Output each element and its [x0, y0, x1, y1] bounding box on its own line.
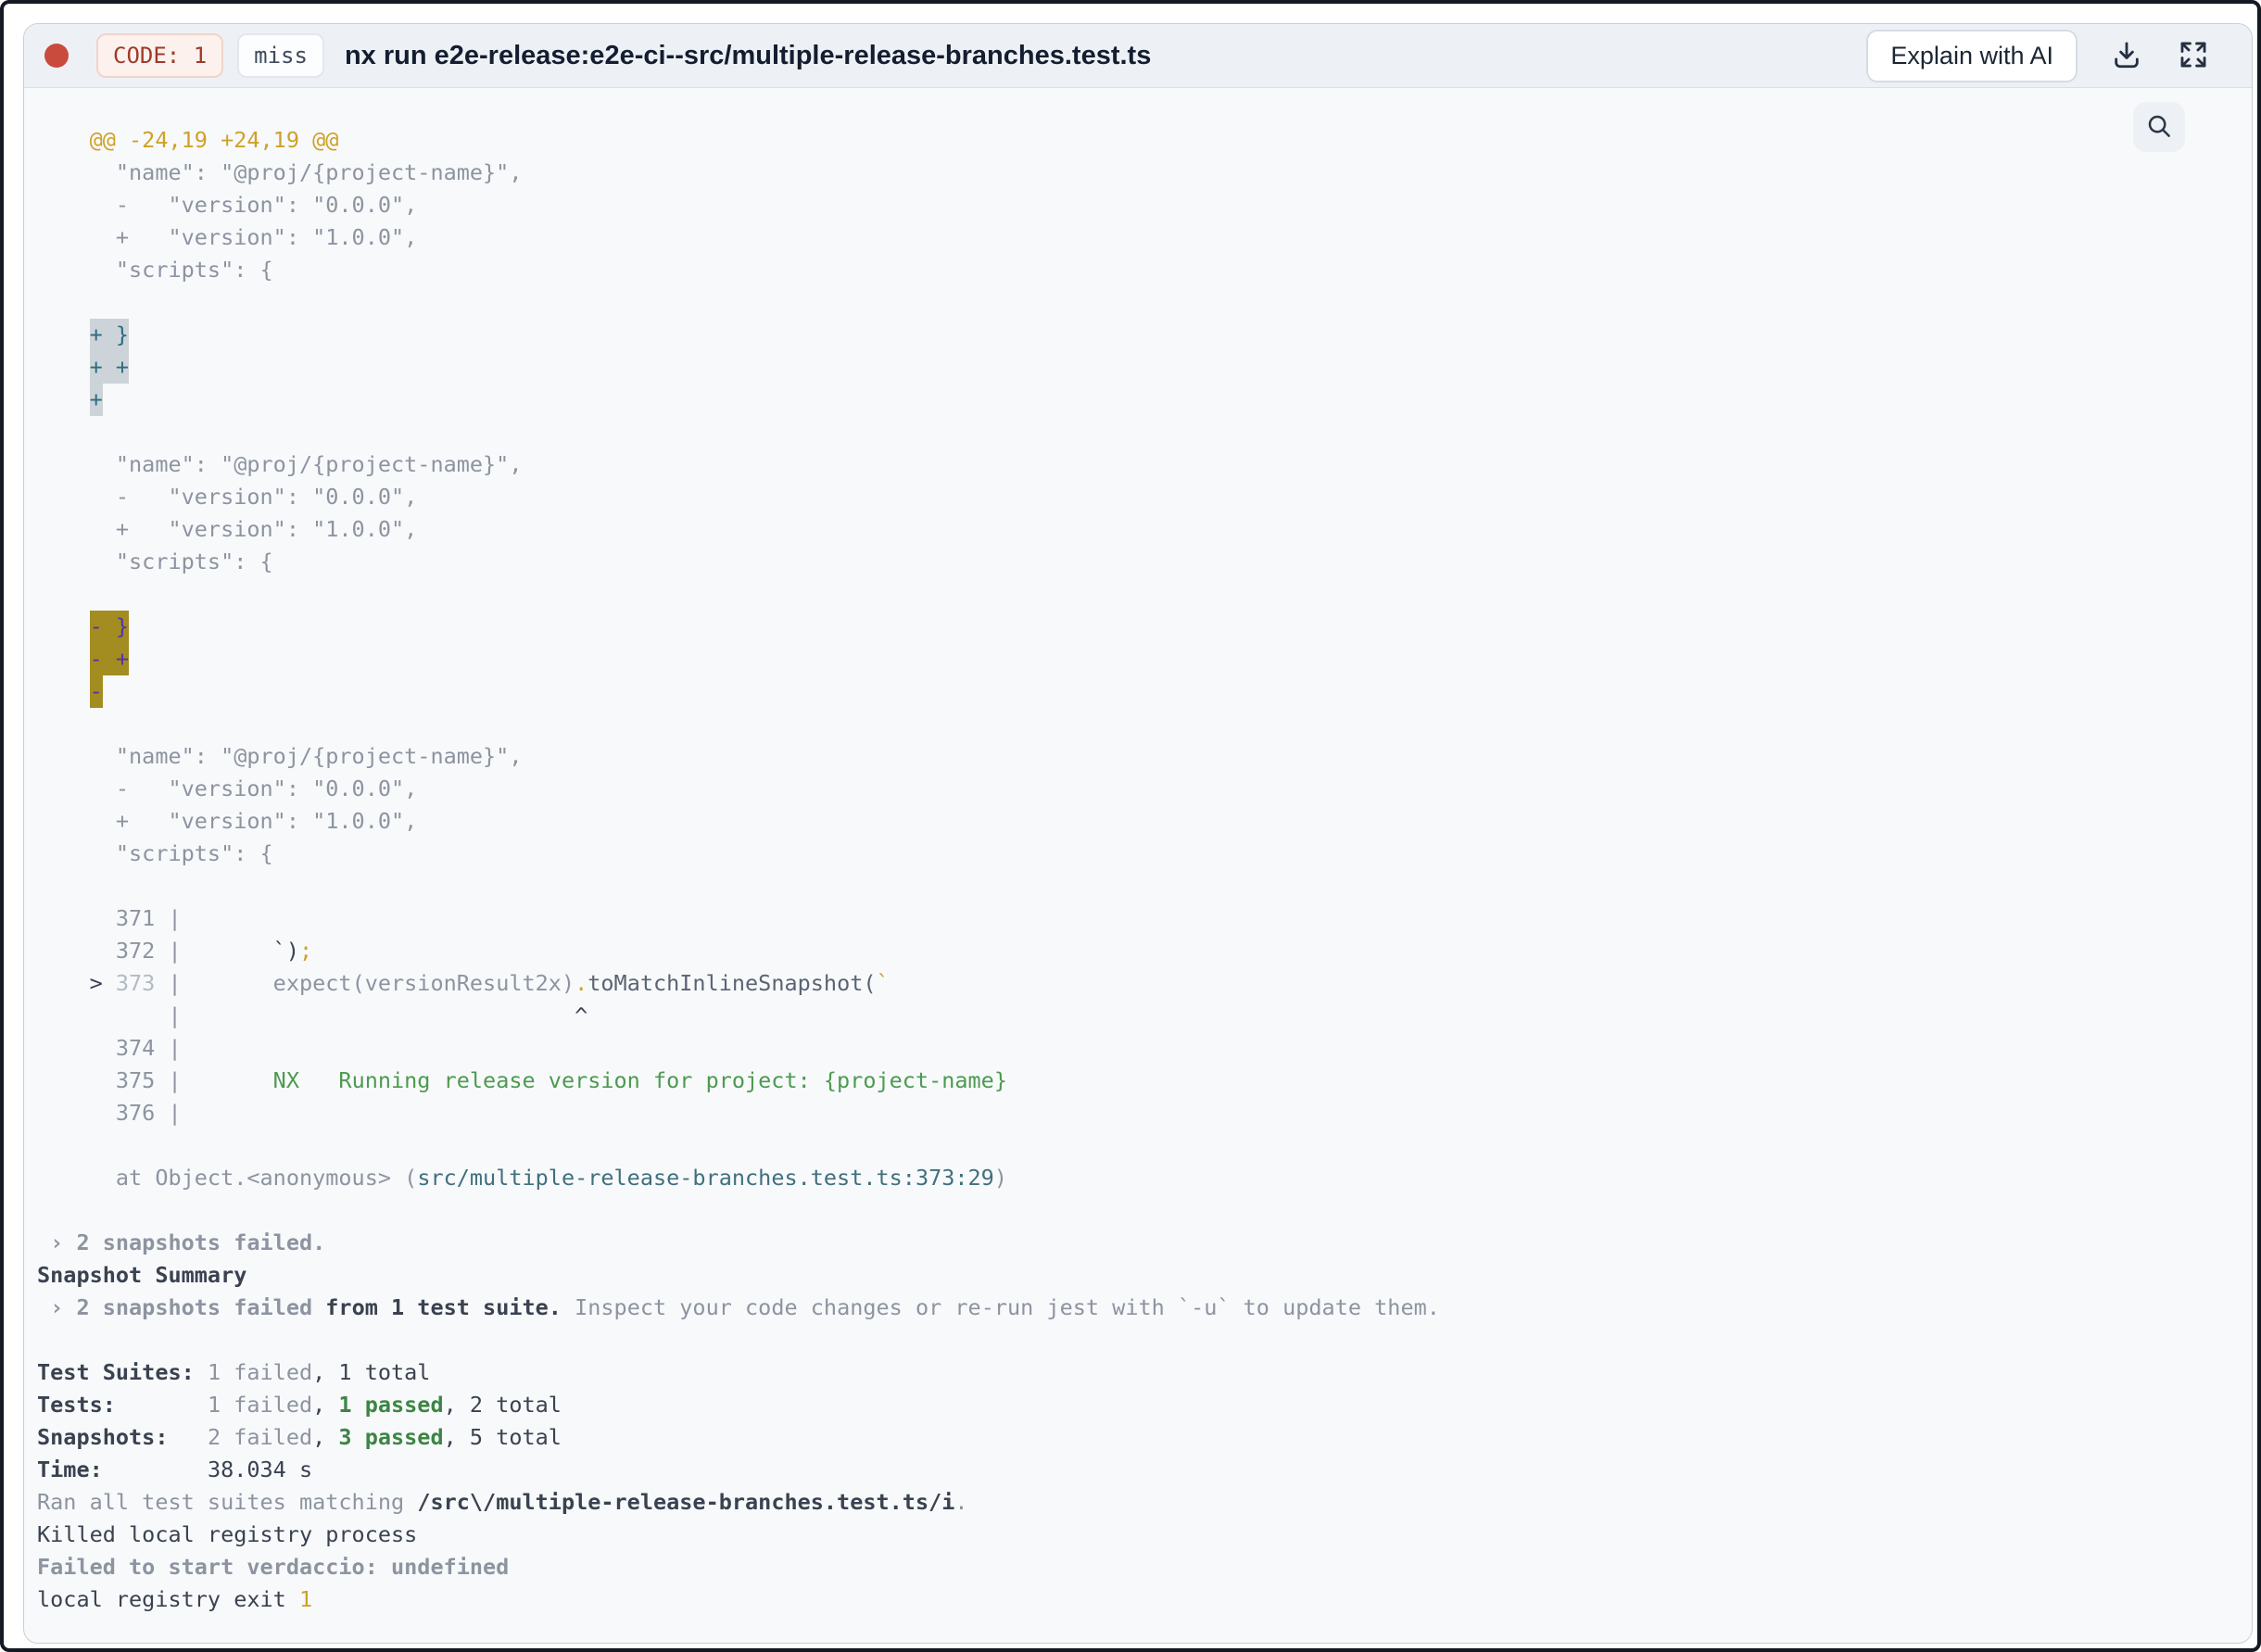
terminal-line: Snapshots: 2 failed, 3 passed, 5 total — [37, 1424, 562, 1450]
terminal-line: Failed to start verdaccio: undefined — [37, 1554, 510, 1580]
terminal-line: "name": "@proj/{project-name}", — [37, 159, 523, 185]
terminal-line: | ^ — [37, 1003, 588, 1028]
header: CODE: 1 miss nx run e2e-release:e2e-ci--… — [24, 24, 2252, 88]
terminal-line: + "version": "1.0.0", — [37, 808, 418, 834]
terminal-line: + "version": "1.0.0", — [37, 224, 418, 250]
terminal-line: + } — [37, 319, 2122, 351]
terminal-panel: @@ -24,19 +24,19 @@ "name": "@proj/{proj… — [24, 88, 2252, 1643]
terminal-line: "name": "@proj/{project-name}", — [37, 451, 523, 477]
terminal-line: - "version": "0.0.0", — [37, 192, 418, 218]
search-icon — [2145, 112, 2173, 143]
task-output-window: CODE: 1 miss nx run e2e-release:e2e-ci--… — [23, 23, 2253, 1644]
terminal-line: - — [37, 675, 2122, 708]
terminal-line: 372 | `); — [37, 938, 313, 964]
terminal-line: 376 | — [37, 1100, 182, 1126]
terminal-line: 371 | — [37, 905, 182, 931]
task-title: nx run e2e-release:e2e-ci--src/multiple-… — [344, 40, 1152, 70]
terminal-output: @@ -24,19 +24,19 @@ "name": "@proj/{proj… — [24, 88, 2252, 1616]
terminal-line: Killed local registry process — [37, 1521, 418, 1547]
terminal-line: - "version": "0.0.0", — [37, 484, 418, 510]
terminal-line: at Object.<anonymous> (src/multiple-rele… — [37, 1165, 1007, 1191]
terminal-line: Test Suites: 1 failed, 1 total — [37, 1359, 431, 1385]
terminal-line: "name": "@proj/{project-name}", — [37, 743, 523, 769]
fullscreen-icon — [2178, 39, 2209, 73]
terminal-line: + "version": "1.0.0", — [37, 516, 418, 542]
terminal-line: + + — [37, 351, 2122, 384]
terminal-line: - "version": "0.0.0", — [37, 776, 418, 801]
explain-with-ai-button[interactable]: Explain with AI — [1866, 29, 2078, 82]
terminal-line: Ran all test suites matching /src\/multi… — [37, 1489, 968, 1515]
terminal-line: Time: 38.034 s — [37, 1457, 313, 1482]
terminal-line: Snapshot Summary — [37, 1262, 247, 1288]
terminal-line: > 373 | expect(versionResult2x).toMatchI… — [37, 970, 890, 996]
terminal-line: - } — [37, 611, 2122, 643]
download-icon — [2111, 39, 2142, 73]
terminal-line: @@ -24,19 +24,19 @@ — [37, 127, 339, 153]
terminal-line: › 2 snapshots failed. — [37, 1230, 326, 1255]
terminal-line: Tests: 1 failed, 1 passed, 2 total — [37, 1392, 562, 1418]
outer-frame: CODE: 1 miss nx run e2e-release:e2e-ci--… — [0, 0, 2261, 1652]
download-button[interactable] — [2105, 34, 2148, 77]
terminal-line: "scripts": { — [37, 549, 273, 574]
terminal-line: "scripts": { — [37, 257, 273, 283]
terminal-line: 375 | NX Running release version for pro… — [37, 1067, 1007, 1093]
terminal-line: local registry exit 1 — [37, 1586, 313, 1612]
terminal-line: 374 | — [37, 1035, 182, 1061]
terminal-line: - + — [37, 643, 2122, 675]
fullscreen-button[interactable] — [2172, 34, 2215, 77]
exit-code-badge: CODE: 1 — [96, 33, 224, 78]
status-dot — [44, 44, 69, 68]
terminal-line: + — [37, 384, 2122, 416]
terminal-line: "scripts": { — [37, 840, 273, 866]
cache-status-badge: miss — [237, 33, 324, 78]
terminal-line: › 2 snapshots failed from 1 test suite. … — [37, 1294, 1440, 1320]
search-button[interactable] — [2133, 102, 2185, 152]
